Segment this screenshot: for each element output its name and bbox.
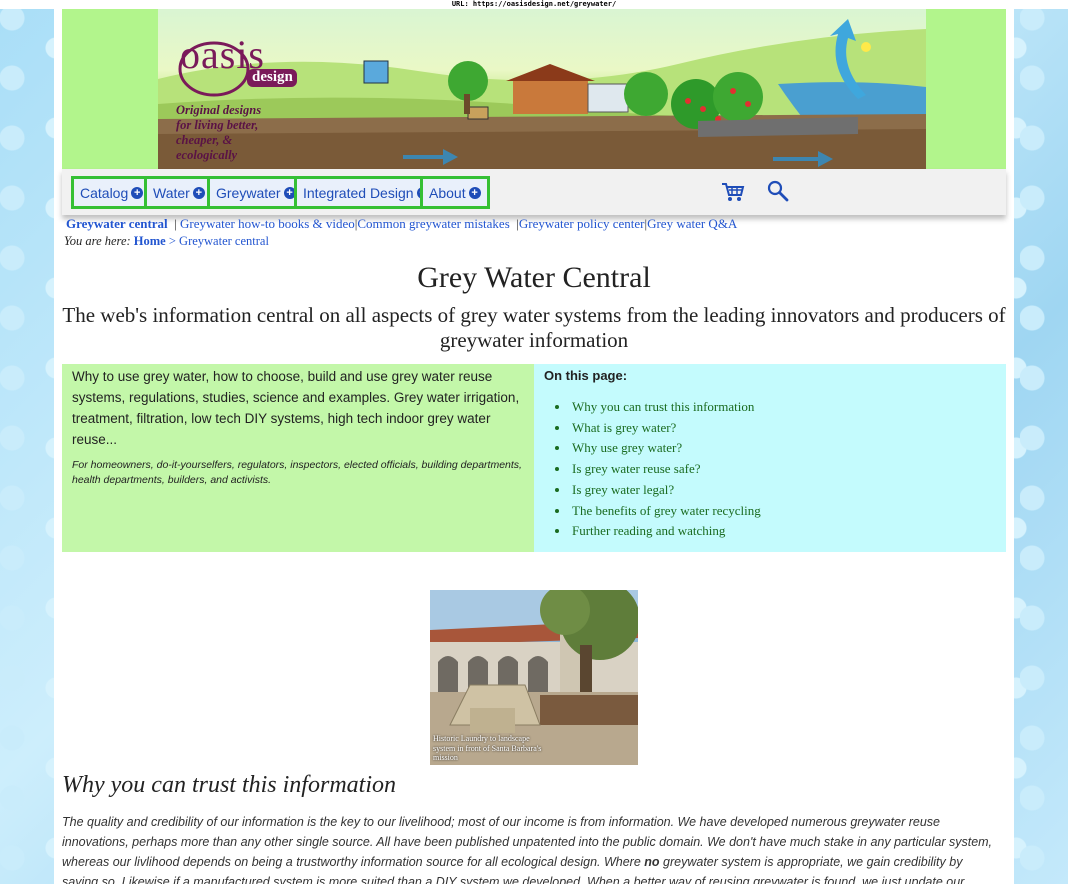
tagline-line: for living better, (176, 118, 259, 132)
photo-caption: Historic Laundry to landscape system in … (433, 734, 542, 762)
mission-laundry-photo: Historic Laundry to landscape system in … (430, 590, 638, 765)
url-bar: URL: https://oasisdesign.net/greywater/ (0, 0, 1068, 9)
audience-text: For homeowners, do-it-yourselfers, regul… (72, 459, 522, 486)
intro-text: Why to use grey water, how to choose, bu… (72, 369, 520, 447)
nav-label: Catalog (80, 184, 129, 201)
breadcrumb-label: You are here: (64, 234, 131, 248)
search-icon[interactable] (767, 180, 789, 207)
breadcrumb-home-link[interactable]: Home (134, 234, 166, 248)
nav-about-button[interactable]: About + (420, 176, 490, 209)
nav-label: About (429, 184, 466, 201)
nav-label: Integrated Design (303, 184, 414, 201)
toc-link[interactable]: Why use grey water? (570, 438, 996, 459)
subnav-link[interactable]: Grey water Q&A (647, 216, 737, 231)
separator: | (170, 216, 177, 231)
table-of-contents: On this page: Why you can trust this inf… (534, 364, 1006, 552)
toc-heading: On this page: (544, 368, 628, 383)
logo-tagline: Original designs for living better, chea… (176, 103, 261, 163)
nav-water-button[interactable]: Water + (144, 176, 214, 209)
page-title: Grey Water Central (417, 261, 651, 294)
shopping-cart-icon[interactable] (721, 181, 745, 208)
subnav-link[interactable]: Greywater policy center (519, 216, 645, 231)
toc-link[interactable]: Why you can trust this information (570, 397, 996, 418)
banner: oasis design Original designs for living… (62, 9, 1006, 169)
toc-link[interactable]: Further reading and watching (570, 521, 996, 542)
main-navbar: Catalog + Water + Greywater + Integrated… (62, 169, 1006, 215)
page-subtitle: The web's information central on all asp… (62, 303, 1006, 352)
subnav-link[interactable]: Common greywater mistakes (357, 216, 509, 231)
toc-link[interactable]: What is grey water? (570, 418, 996, 439)
banner-illustration[interactable]: oasis design Original designs for living… (158, 9, 926, 169)
breadcrumb-current[interactable]: Greywater central (179, 234, 269, 248)
oasis-logo[interactable]: oasis design (162, 27, 302, 97)
tagline-line: cheaper, & (176, 133, 233, 147)
greywater-subnav: Greywater central | Greywater how-to boo… (66, 216, 737, 232)
toc-link[interactable]: Is grey water legal? (570, 480, 996, 501)
nav-integrated-design-button[interactable]: Integrated Design + (294, 176, 438, 209)
toc-link[interactable]: Is grey water reuse safe? (570, 459, 996, 480)
plus-circle-icon: + (192, 186, 205, 199)
nav-catalog-button[interactable]: Catalog + (71, 176, 153, 209)
plus-circle-icon: + (131, 186, 144, 199)
intro-panel: Why to use grey water, how to choose, bu… (62, 364, 534, 552)
breadcrumb: You are here: Home > Greywater central (64, 234, 269, 249)
plus-circle-icon: + (468, 186, 481, 199)
subnav-current-link[interactable]: Greywater central (66, 216, 168, 231)
nav-greywater-button[interactable]: Greywater + (207, 176, 305, 209)
toc-list: Why you can trust this information What … (570, 397, 996, 542)
nav-label: Greywater (216, 184, 281, 201)
logo-sub: design (252, 69, 293, 85)
breadcrumb-separator: > (168, 234, 176, 248)
toc-link[interactable]: The benefits of grey water recycling (570, 501, 996, 522)
section-heading-trust: Why you can trust this information (62, 772, 396, 798)
tagline-line: Original designs (176, 103, 262, 117)
page: oasis design Original designs for living… (54, 9, 1014, 884)
nav-label: Water (153, 184, 190, 201)
body-text-emphasis: no (644, 855, 660, 869)
subnav-link[interactable]: Greywater how-to books & video (180, 216, 355, 231)
section-body: The quality and credibility of our infor… (62, 812, 997, 884)
tagline-line: ecologically (176, 148, 238, 162)
